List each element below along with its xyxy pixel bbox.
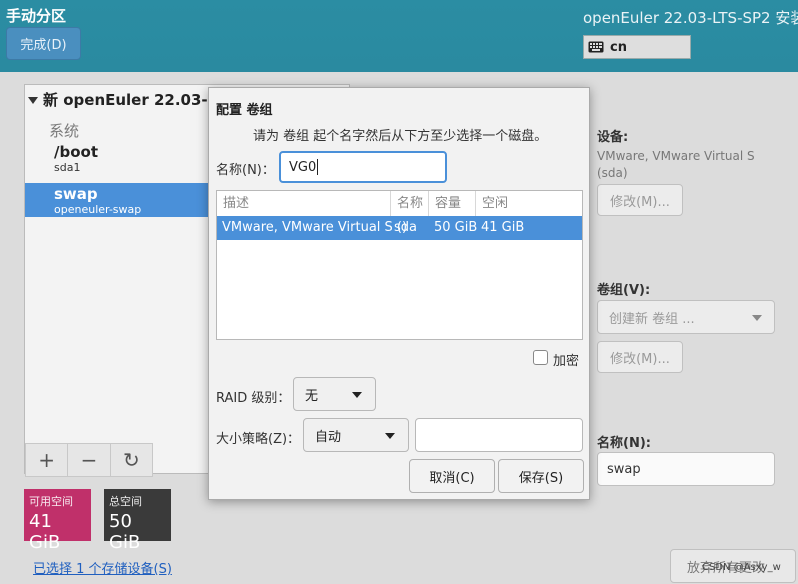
chevron-down-icon bbox=[752, 315, 762, 321]
keyboard-layout-indicator[interactable]: cn bbox=[583, 35, 691, 59]
column-header-capacity[interactable]: 容量 bbox=[429, 191, 476, 216]
disk-selection-table[interactable]: 描述 名称 容量 空闲 VMware, VMware Virtual S () … bbox=[216, 190, 583, 340]
install-tree-header[interactable]: 新 openEuler 22.03-LTS bbox=[28, 89, 236, 110]
row-description: VMware, VMware Virtual S () bbox=[222, 220, 408, 235]
refresh-icon[interactable]: ↻ bbox=[111, 444, 152, 476]
total-space-value: 50 GiB bbox=[109, 511, 141, 553]
vg-name-label: 名称(N)： bbox=[216, 163, 275, 178]
page-title: 手动分区 bbox=[6, 7, 67, 25]
remove-mount-button[interactable]: − bbox=[68, 444, 111, 476]
mount-item-boot[interactable]: /boot sda1 bbox=[54, 143, 98, 174]
mount-toolbar: + − ↻ bbox=[25, 443, 153, 477]
encrypt-checkbox[interactable] bbox=[533, 350, 548, 365]
encrypt-label[interactable]: 加密 bbox=[553, 350, 579, 369]
size-policy-label: 大小策略(Z)： bbox=[216, 432, 301, 447]
product-title: openEuler 22.03-LTS-SP2 安装 bbox=[583, 9, 798, 27]
vg-name-input[interactable]: VG0 bbox=[279, 151, 447, 183]
column-header-name[interactable]: 名称 bbox=[391, 191, 429, 216]
name-field[interactable]: swap bbox=[597, 452, 775, 486]
device-value: VMware, VMware Virtual S (sda) bbox=[597, 149, 755, 180]
volume-group-select[interactable]: 创建新 卷组 ... bbox=[597, 300, 775, 334]
mount-item-swap[interactable]: swap openeuler-swap bbox=[54, 185, 141, 216]
selected-devices-link[interactable]: 已选择 1 个存储设备(S) bbox=[33, 558, 172, 577]
dialog-title: 配置 卷组 bbox=[216, 103, 273, 118]
size-policy-value: 自动 bbox=[315, 429, 342, 445]
available-space-label: 可用空间 bbox=[29, 495, 73, 508]
total-space-badge: 总空间 50 GiB bbox=[104, 489, 171, 553]
column-header-description[interactable]: 描述 bbox=[217, 191, 391, 216]
row-name: sda bbox=[394, 220, 417, 235]
install-tree-title: 新 openEuler 22.03-LTS bbox=[43, 91, 236, 109]
watermark-text: CSDN @Asxy_w bbox=[702, 562, 781, 573]
total-space-label: 总空间 bbox=[109, 495, 142, 508]
size-input[interactable] bbox=[415, 418, 583, 452]
raid-level-select[interactable]: 无 bbox=[293, 377, 376, 411]
chevron-down-icon bbox=[352, 392, 362, 398]
text-cursor bbox=[317, 159, 319, 175]
mount-point-name: swap bbox=[54, 185, 98, 203]
name-label: 名称(N): bbox=[597, 436, 651, 451]
add-mount-button[interactable]: + bbox=[26, 444, 69, 476]
category-system-label: 系统 bbox=[49, 122, 80, 140]
available-space-value: 41 GiB bbox=[29, 511, 61, 553]
mount-point-name: /boot bbox=[54, 143, 98, 161]
raid-level-value: 无 bbox=[305, 388, 319, 404]
device-label: 设备: bbox=[597, 130, 629, 145]
chevron-down-icon bbox=[385, 433, 395, 439]
mount-device-name: openeuler-swap bbox=[54, 203, 142, 216]
column-header-free[interactable]: 空闲 bbox=[476, 191, 582, 216]
modify-device-button[interactable]: 修改(M)... bbox=[597, 184, 683, 216]
keyboard-layout-label: cn bbox=[610, 39, 627, 55]
raid-level-label: RAID 级别： bbox=[216, 391, 291, 406]
keyboard-icon bbox=[588, 41, 604, 53]
volume-group-label: 卷组(V): bbox=[597, 283, 651, 298]
available-space-badge: 可用空间 41 GiB bbox=[24, 489, 91, 553]
expand-arrow-icon bbox=[28, 97, 38, 104]
dialog-instruction: 请为 卷组 起个名字然后从下方至少选择一个磁盘。 bbox=[253, 129, 548, 144]
cancel-button[interactable]: 取消(C) bbox=[409, 459, 495, 493]
vg-name-value: VG0 bbox=[289, 159, 317, 175]
done-button[interactable]: 完成(D) bbox=[6, 27, 81, 60]
size-policy-select[interactable]: 自动 bbox=[303, 418, 409, 452]
row-capacity: 50 GiB bbox=[434, 220, 478, 235]
mount-device-name: sda1 bbox=[54, 161, 81, 174]
row-free: 41 GiB bbox=[481, 220, 525, 235]
volume-group-value: 创建新 卷组 ... bbox=[609, 311, 695, 327]
modify-volume-group-button[interactable]: 修改(M)... bbox=[597, 341, 683, 373]
save-button[interactable]: 保存(S) bbox=[498, 459, 584, 493]
